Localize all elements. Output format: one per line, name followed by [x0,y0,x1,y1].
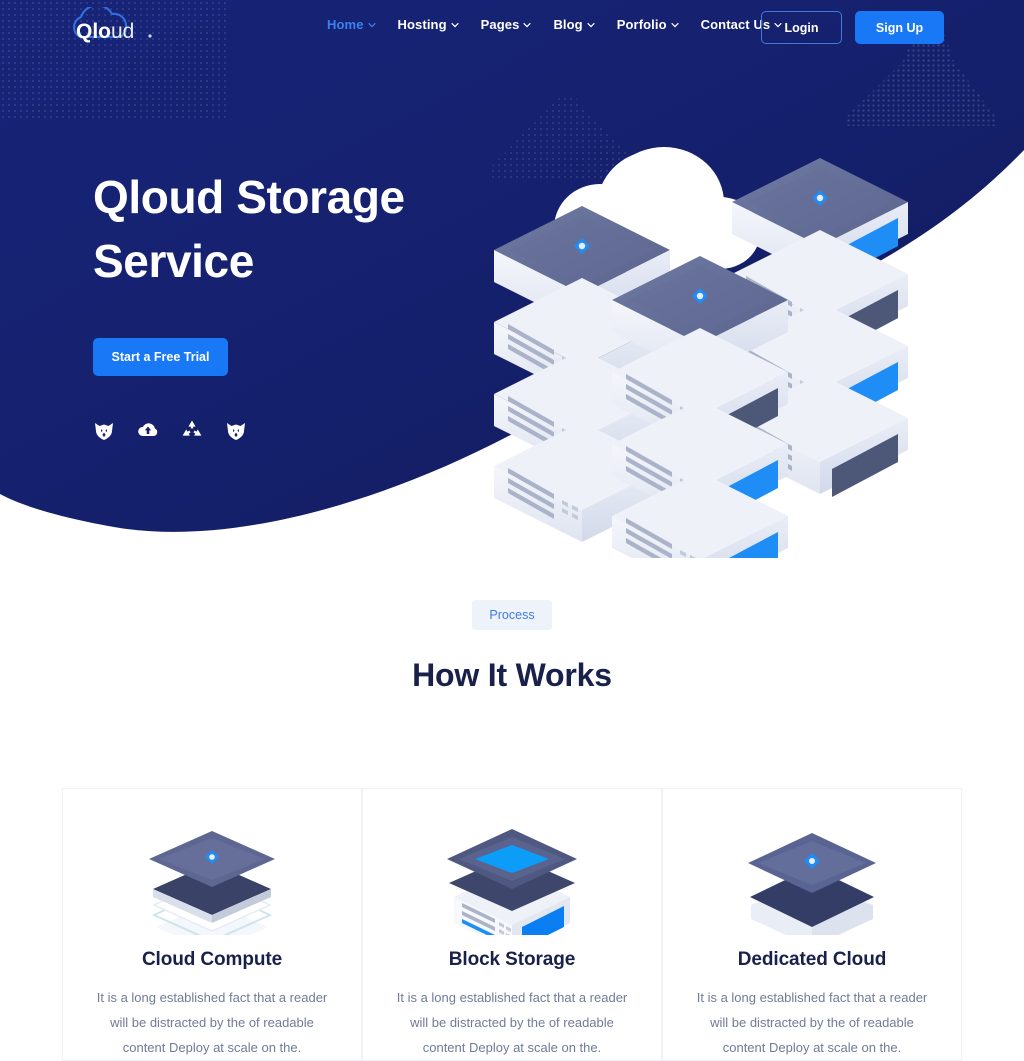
login-button[interactable]: Login [761,11,842,44]
svg-text:ud: ud [111,20,134,43]
stacked-layers-icon [149,831,275,935]
nav-item-hosting[interactable]: Hosting [398,17,459,32]
card-text: It is a long established fact that a rea… [696,990,928,1055]
card-title: Block Storage [448,949,576,970]
feature-card-cloud-compute[interactable]: Cloud Compute It is a long established f… [62,788,362,1061]
fox-head-icon[interactable] [225,419,247,441]
nav-links: Home Hosting Pages Blog Porfolio Contact… [327,17,782,32]
signup-button[interactable]: Sign Up [855,11,944,44]
nav-item-label: Pages [480,17,520,32]
nav-item-label: Contact Us [700,17,771,32]
logo[interactable]: Qlo ud [66,7,162,49]
server-rack-illustration [494,158,908,558]
feature-card-list: Cloud Compute It is a long established f… [0,788,1024,1061]
process-section: Process How It Works Cloud Compute It is… [0,600,1024,1061]
section-title: How It Works [412,657,612,693]
start-free-trial-button[interactable]: Start a Free Trial [93,338,228,376]
chevron-down-icon [367,21,376,29]
card-text: It is a long established fact that a rea… [96,990,328,1055]
nav-item-blog[interactable]: Blog [553,17,595,32]
chevron-down-icon [587,21,595,29]
card-title: Dedicated Cloud [737,949,887,970]
two-layer-stack-icon [748,833,876,935]
nav-item-label: Blog [553,17,583,32]
hero-copy: Qloud Storage Service Start a Free Trial [93,165,553,441]
cloud-upload-icon[interactable] [137,419,159,441]
page-title: Qloud Storage Service [93,165,553,293]
badge-wrap: Process [0,600,1024,630]
status-badge: Process [472,600,552,630]
card-title: Cloud Compute [141,949,283,970]
chevron-down-icon [451,21,459,29]
nav-item-label: Hosting [397,17,447,32]
nav-item-label: Porfolio [616,17,667,32]
hero-title-line1: Qloud Storage [93,171,405,223]
nav-item-label: Home [327,17,364,32]
brand-icon-row [93,419,553,441]
hero-section: Qlo ud Home Hosting Pages Blog Porfolio … [0,0,1024,580]
chevron-down-icon [523,21,532,29]
feature-card-block-storage[interactable]: Block Storage It is a long established f… [362,788,662,1061]
hero-title-line2: Service [93,235,254,287]
server-block-icon [447,829,577,935]
fox-head-icon[interactable] [93,419,115,441]
chevron-down-icon [671,21,679,29]
main-navbar: Qlo ud Home Hosting Pages Blog Porfolio … [0,0,1024,56]
nav-item-pages[interactable]: Pages [481,17,532,32]
svg-text:Qlo: Qlo [76,20,111,43]
card-text: It is a long established fact that a rea… [396,990,628,1055]
feature-card-dedicated-cloud[interactable]: Dedicated Cloud It is a long established… [662,788,962,1061]
nav-item-porfolio[interactable]: Porfolio [617,17,679,32]
nav-item-home[interactable]: Home [327,17,376,32]
recycle-icon[interactable] [181,419,203,441]
